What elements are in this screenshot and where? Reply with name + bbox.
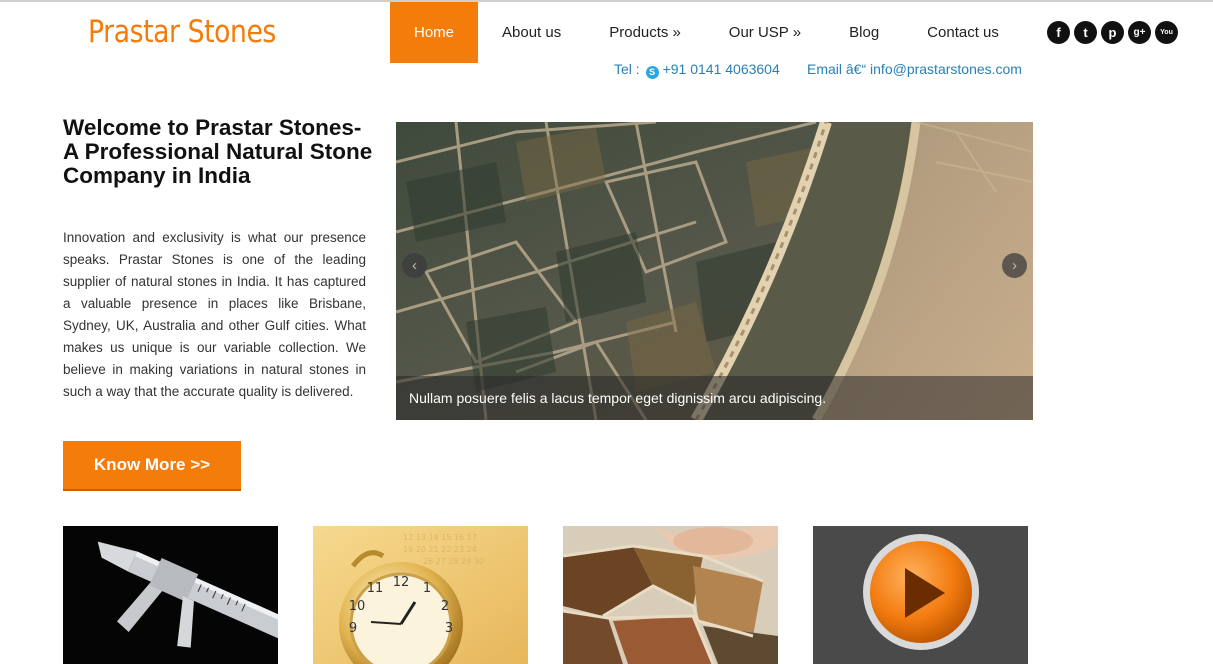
thumbnail-caliper[interactable]	[63, 526, 278, 664]
nav-label: Our USP	[728, 24, 789, 41]
facebook-icon[interactable]: f	[1047, 21, 1070, 44]
image-slider[interactable]: ‹ › Nullam posuere felis a lacus tempor …	[396, 122, 1033, 420]
caliper-icon	[63, 526, 278, 664]
svg-text:26 27 28 29 30: 26 27 28 29 30	[423, 557, 484, 566]
main-nav: Home About us Products» Our USP» Blog Co…	[390, 2, 999, 63]
thumbnail-stone-mosaic[interactable]	[563, 526, 778, 664]
nav-label: About us	[502, 24, 562, 41]
phone-label: Tel :	[614, 61, 640, 77]
nav-label: Home	[414, 24, 455, 41]
nav-about-us[interactable]: About us	[502, 2, 561, 63]
nav-label: Blog	[849, 24, 880, 41]
pocket-watch-icon: 12 13 14 15 16 17 19 20 21 22 23 24 26 2…	[313, 526, 528, 664]
svg-text:9: 9	[349, 621, 357, 636]
know-more-button[interactable]: Know More >>	[63, 441, 241, 491]
pinterest-icon[interactable]: p	[1101, 21, 1124, 44]
thumbnail-pocket-watch[interactable]: 12 13 14 15 16 17 19 20 21 22 23 24 26 2…	[313, 526, 528, 664]
email-address[interactable]: info@prastarstones.com	[870, 61, 1022, 77]
chevron-right-icon: »	[792, 24, 802, 41]
phone-number[interactable]: +91 0141 4063604	[663, 61, 780, 77]
nav-our-usp[interactable]: Our USP»	[729, 2, 801, 63]
twitter-icon[interactable]: t	[1074, 21, 1097, 44]
chevron-right-icon: »	[672, 24, 681, 41]
play-video-icon	[813, 526, 1028, 664]
google-plus-icon[interactable]: g+	[1128, 21, 1151, 44]
youtube-icon[interactable]: You	[1155, 21, 1178, 44]
page-title: Welcome to Prastar Stones- A Professiona…	[63, 115, 373, 188]
svg-text:3: 3	[445, 621, 453, 636]
social-links: f t p g+ You	[1047, 21, 1178, 44]
intro-paragraph: Innovation and exclusivity is what our p…	[63, 230, 366, 399]
svg-text:2: 2	[441, 599, 449, 614]
email-label: Email â€“	[807, 61, 867, 77]
svg-text:1: 1	[423, 581, 431, 596]
slider-caption: Nullam posuere felis a lacus tempor eget…	[409, 390, 827, 406]
nav-products[interactable]: Products»	[609, 2, 681, 63]
nav-contact-us[interactable]: Contact us	[927, 2, 999, 63]
svg-text:11: 11	[367, 581, 384, 596]
site-logo[interactable]: Prastar Stones	[88, 14, 276, 50]
svg-text:10: 10	[349, 599, 366, 614]
slider-caption-bar: Nullam posuere felis a lacus tempor eget…	[396, 376, 1033, 420]
svg-text:19 20 21 22 23 24: 19 20 21 22 23 24	[403, 545, 477, 554]
slider-prev-button[interactable]: ‹	[402, 253, 427, 278]
nav-label: Products	[609, 24, 669, 41]
slider-next-button[interactable]: ›	[1002, 253, 1027, 278]
stone-mosaic-icon	[563, 526, 778, 664]
contact-phone: Tel : S +91 0141 4063604	[614, 61, 780, 79]
nav-blog[interactable]: Blog	[849, 2, 879, 63]
svg-text:12 13 14 15 16 17: 12 13 14 15 16 17	[403, 533, 477, 542]
svg-text:12: 12	[393, 575, 410, 590]
contact-email: Email â€“ info@prastarstones.com	[807, 61, 1022, 77]
nav-home[interactable]: Home	[390, 2, 479, 63]
nav-label: Contact us	[927, 24, 999, 41]
skype-icon: S	[645, 66, 659, 79]
thumbnail-video[interactable]	[813, 526, 1028, 664]
